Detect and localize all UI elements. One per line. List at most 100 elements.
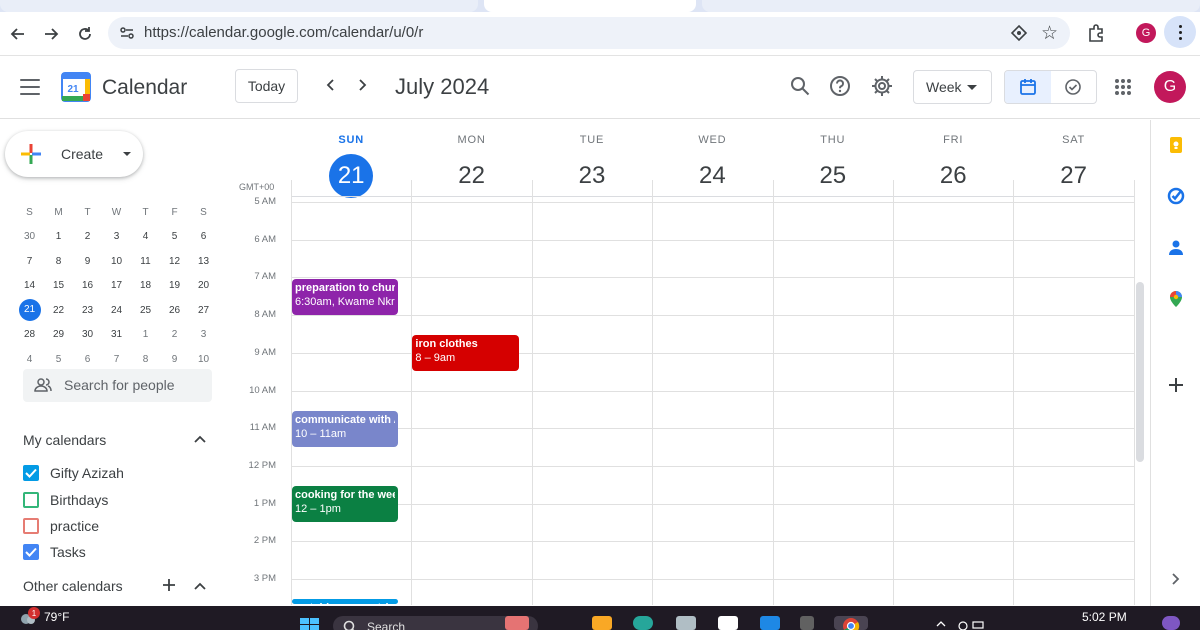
mini-calendar-day[interactable]: 23 bbox=[73, 305, 102, 316]
contacts-icon[interactable] bbox=[1167, 238, 1185, 256]
mini-calendar-day[interactable]: 3 bbox=[102, 231, 131, 242]
microsoft-store-icon[interactable] bbox=[676, 616, 696, 630]
windows-start-icon[interactable] bbox=[300, 618, 320, 630]
mini-calendar-day[interactable]: 6 bbox=[73, 354, 102, 365]
mini-calendar-today[interactable]: 21 bbox=[15, 299, 44, 322]
search-people-input[interactable]: Search for people bbox=[23, 369, 212, 402]
mini-calendar-day[interactable]: 9 bbox=[160, 354, 189, 365]
mini-calendar-day[interactable]: 10 bbox=[189, 354, 218, 365]
checkbox-checked-icon[interactable] bbox=[23, 465, 39, 481]
view-dropdown[interactable]: Week bbox=[913, 70, 992, 104]
expand-panel-chevron-icon[interactable] bbox=[1169, 572, 1181, 586]
calendar-event[interactable]: cooking for the week 12 – 1pm bbox=[292, 486, 399, 522]
google-apps-icon[interactable] bbox=[1115, 79, 1131, 95]
day-number[interactable]: 25 bbox=[773, 154, 893, 198]
mini-calendar-day[interactable]: 7 bbox=[15, 256, 44, 267]
day-number[interactable]: 24 bbox=[652, 154, 772, 198]
tracking-protection-icon[interactable] bbox=[1010, 24, 1028, 42]
mini-calendar-day[interactable]: 29 bbox=[44, 329, 73, 340]
checkbox-unchecked-icon[interactable] bbox=[23, 518, 39, 534]
maps-icon[interactable] bbox=[1167, 290, 1185, 308]
mini-calendar-day[interactable]: 19 bbox=[160, 280, 189, 291]
mini-calendar-day[interactable]: 1 bbox=[131, 329, 160, 340]
day-number[interactable]: 23 bbox=[532, 154, 652, 198]
calendar-item-practice[interactable]: practice bbox=[23, 516, 99, 536]
forward-icon[interactable] bbox=[39, 22, 63, 46]
capcut-icon[interactable] bbox=[800, 616, 814, 630]
system-tray-icons[interactable] bbox=[935, 616, 985, 630]
mini-calendar-day[interactable]: 24 bbox=[102, 305, 131, 316]
mini-calendar-day[interactable]: 15 bbox=[44, 280, 73, 291]
day-header-wed[interactable]: WED 24 bbox=[652, 120, 772, 196]
calendar-event[interactable]: watching some trials3 – 4pm bbox=[292, 599, 399, 604]
mini-calendar-day[interactable]: 30 bbox=[73, 329, 102, 340]
chevron-up-icon[interactable] bbox=[193, 434, 207, 444]
settings-gear-icon[interactable] bbox=[871, 75, 893, 97]
mini-calendar-day[interactable]: 20 bbox=[189, 280, 218, 291]
mini-calendar-day[interactable]: 25 bbox=[131, 305, 160, 316]
mini-calendar-day[interactable]: 28 bbox=[15, 329, 44, 340]
keep-icon[interactable] bbox=[1167, 136, 1185, 154]
search-icon[interactable] bbox=[789, 75, 811, 97]
app-title[interactable]: Calendar bbox=[102, 76, 187, 100]
mini-calendar-day[interactable]: 3 bbox=[189, 329, 218, 340]
day-number[interactable]: 27 bbox=[1013, 154, 1133, 198]
site-settings-icon[interactable] bbox=[118, 24, 136, 42]
mini-calendar-day[interactable]: 5 bbox=[160, 231, 189, 242]
day-header-tue[interactable]: TUE 23 bbox=[532, 120, 652, 196]
taskbar-clock[interactable]: 5:02 PM bbox=[1082, 610, 1127, 624]
reload-icon[interactable] bbox=[73, 22, 97, 46]
account-avatar[interactable]: G bbox=[1154, 71, 1186, 103]
file-explorer-icon[interactable] bbox=[592, 616, 612, 630]
amazon-icon[interactable] bbox=[718, 616, 738, 630]
calendar-view-icon[interactable] bbox=[1005, 71, 1051, 103]
day-header-fri[interactable]: FRI 26 bbox=[893, 120, 1013, 196]
day-header-sat[interactable]: SAT 27 bbox=[1013, 120, 1133, 196]
search-highlight-icon[interactable] bbox=[505, 616, 529, 630]
tasks-view-icon[interactable] bbox=[1051, 71, 1097, 103]
mini-calendar-day[interactable]: 5 bbox=[44, 354, 73, 365]
day-header-sun[interactable]: SUN 21 bbox=[291, 120, 411, 198]
day-number[interactable]: 26 bbox=[893, 154, 1013, 198]
get-add-ons-plus-icon[interactable] bbox=[1167, 376, 1185, 394]
help-icon[interactable] bbox=[829, 75, 851, 97]
day-number[interactable]: 21 bbox=[291, 154, 411, 198]
checkbox-checked-icon[interactable] bbox=[23, 544, 39, 560]
mini-calendar-day[interactable]: 31 bbox=[102, 329, 131, 340]
copilot-icon[interactable] bbox=[1162, 616, 1180, 630]
day-header-thu[interactable]: THU 25 bbox=[773, 120, 893, 196]
chrome-icon[interactable] bbox=[834, 616, 868, 630]
calendar-item-birthdays[interactable]: Birthdays bbox=[23, 490, 108, 510]
mini-calendar-day[interactable]: 4 bbox=[131, 231, 160, 242]
calendar-event[interactable]: preparation to church 6:30am, Kwame Nkrum… bbox=[292, 279, 399, 315]
edge-browser-icon[interactable] bbox=[633, 616, 653, 630]
mini-calendar-day[interactable]: 18 bbox=[131, 280, 160, 291]
mini-calendar-day[interactable]: 2 bbox=[160, 329, 189, 340]
back-icon[interactable] bbox=[6, 22, 30, 46]
browser-profile-avatar[interactable]: G bbox=[1136, 23, 1156, 43]
create-button[interactable]: Create bbox=[5, 131, 143, 177]
chevron-up-icon[interactable] bbox=[193, 581, 207, 591]
mini-calendar-day[interactable]: 27 bbox=[189, 305, 218, 316]
mini-calendar-day[interactable]: 22 bbox=[44, 305, 73, 316]
main-menu-icon[interactable] bbox=[20, 79, 40, 95]
checkbox-unchecked-icon[interactable] bbox=[23, 492, 39, 508]
mini-calendar-day[interactable]: 6 bbox=[189, 231, 218, 242]
grid-scrollbar[interactable] bbox=[1136, 282, 1144, 462]
mini-calendar-day[interactable]: 4 bbox=[15, 354, 44, 365]
calendar-item-tasks[interactable]: Tasks bbox=[23, 542, 86, 562]
today-button[interactable]: Today bbox=[235, 69, 298, 103]
mini-calendar-day[interactable]: 14 bbox=[15, 280, 44, 291]
dropbox-icon[interactable] bbox=[760, 616, 780, 630]
mini-calendar-day[interactable]: 11 bbox=[131, 256, 160, 267]
mini-calendar-day[interactable]: 17 bbox=[102, 280, 131, 291]
mini-calendar-day[interactable]: 30 bbox=[15, 231, 44, 242]
url-text[interactable]: https://calendar.google.com/calendar/u/0… bbox=[144, 24, 423, 41]
mini-calendar-day[interactable]: 13 bbox=[189, 256, 218, 267]
next-week-icon[interactable] bbox=[350, 73, 374, 97]
address-bar[interactable]: https://calendar.google.com/calendar/u/0… bbox=[108, 17, 1070, 49]
add-calendar-plus-icon[interactable] bbox=[162, 578, 176, 592]
browser-tab[interactable] bbox=[0, 0, 478, 12]
day-number[interactable]: 22 bbox=[411, 154, 531, 198]
mini-calendar-day[interactable]: 8 bbox=[131, 354, 160, 365]
